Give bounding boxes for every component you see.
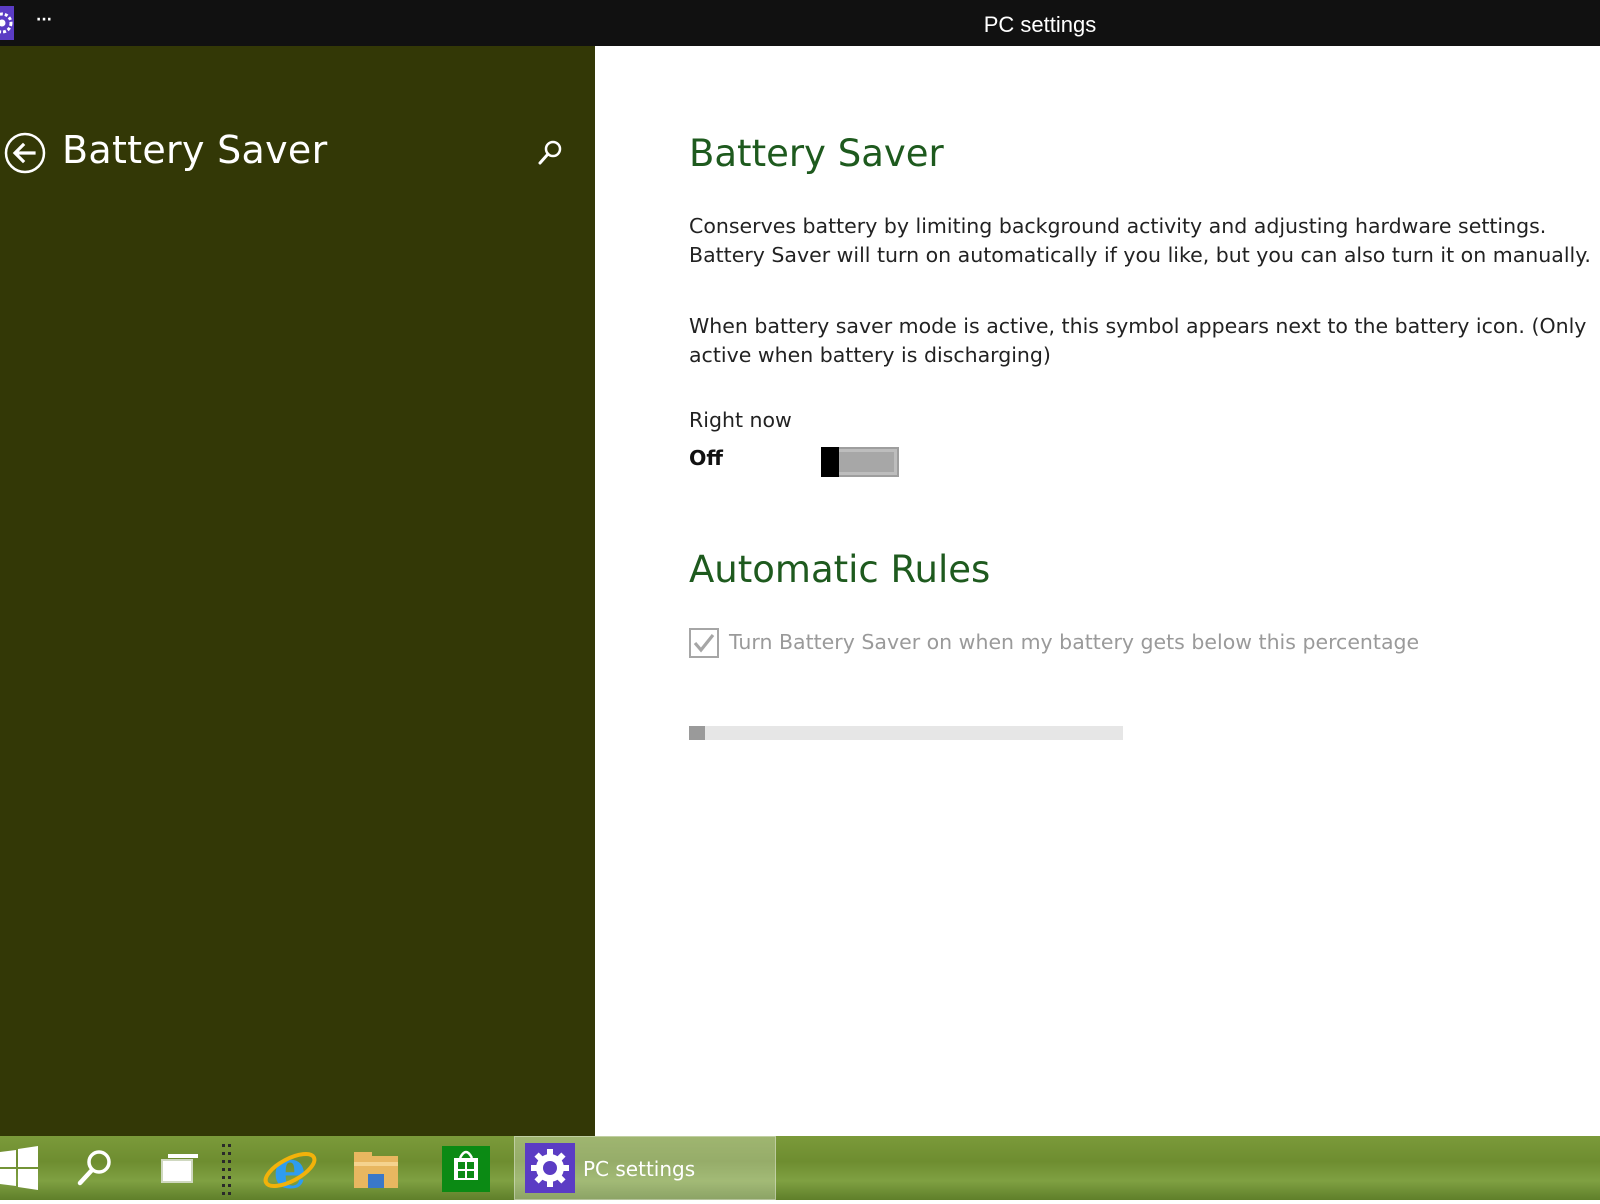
pc-settings-tile: [525, 1143, 575, 1193]
file-explorer-button[interactable]: [348, 1136, 404, 1200]
slider-thumb[interactable]: [689, 726, 705, 740]
description-text: Conserves battery by limiting background…: [689, 214, 1591, 267]
page-heading: Battery Saver: [689, 132, 944, 175]
store-button[interactable]: [438, 1136, 494, 1200]
gear-icon: [0, 12, 13, 34]
settings-app-icon[interactable]: [0, 6, 14, 40]
automatic-rules-heading: Automatic Rules: [689, 548, 991, 591]
svg-text:e: e: [273, 1140, 306, 1200]
task-view-icon: [161, 1154, 198, 1183]
back-arrow-icon: [4, 132, 46, 174]
internet-explorer-button[interactable]: e: [260, 1136, 320, 1201]
auto-rule-label: Turn Battery Saver on when my battery ge…: [729, 630, 1420, 654]
toggle-state-label: Off: [689, 446, 724, 470]
symbol-note-text: When battery saver mode is active, this …: [689, 314, 1587, 367]
taskbar-search-button[interactable]: [70, 1136, 120, 1200]
left-pane: Battery Saver: [0, 46, 595, 1136]
task-view-button[interactable]: [154, 1136, 204, 1200]
threshold-slider[interactable]: [689, 726, 1123, 740]
search-button[interactable]: [536, 138, 566, 168]
taskbar-app-label: PC settings: [583, 1157, 696, 1181]
battery-saver-toggle[interactable]: [821, 447, 899, 477]
start-button[interactable]: [0, 1136, 44, 1200]
internet-explorer-icon: e: [263, 1140, 317, 1201]
search-icon: [77, 1150, 111, 1186]
right-now-label: Right now: [689, 408, 792, 432]
file-explorer-icon: [354, 1152, 398, 1188]
taskbar-pc-settings-button[interactable]: PC settings: [514, 1136, 776, 1200]
store-icon: [442, 1146, 490, 1192]
taskbar: e PC settings: [0, 1136, 1600, 1201]
auto-rule-checkbox[interactable]: [689, 628, 719, 658]
taskbar-grip[interactable]: [218, 1136, 236, 1200]
toggle-thumb: [821, 447, 839, 477]
gear-icon: [531, 1149, 569, 1187]
start-icon: [0, 1146, 38, 1190]
settings-content: Battery Saver Conserves battery by limit…: [595, 46, 1600, 1136]
back-button[interactable]: [4, 132, 46, 174]
more-options-button[interactable]: ···: [34, 8, 54, 32]
checkmark-icon: [693, 634, 715, 653]
title-bar: ··· PC settings: [0, 0, 1600, 46]
grip-icon: [222, 1144, 231, 1195]
window-title: PC settings: [983, 12, 1097, 37]
search-icon: [538, 140, 562, 165]
pane-title: Battery Saver: [62, 128, 328, 172]
